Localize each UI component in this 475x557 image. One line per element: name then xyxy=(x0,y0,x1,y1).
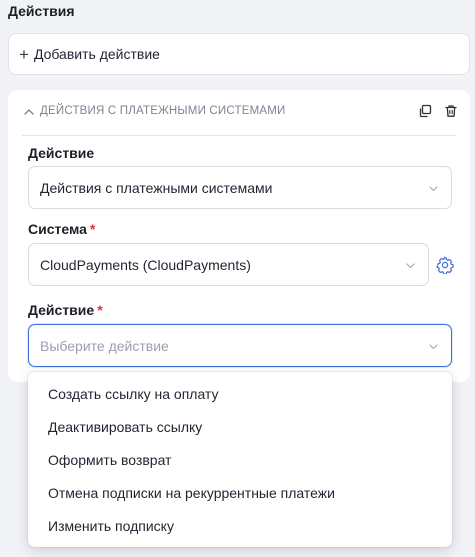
chevron-down-icon xyxy=(406,262,415,268)
dropdown-option-deactivate-link[interactable]: Деактивировать ссылку xyxy=(28,410,452,443)
action-select[interactable]: Выберите действие xyxy=(28,324,452,367)
system-label: Система * xyxy=(28,221,96,237)
action-placeholder: Выберите действие xyxy=(40,337,169,354)
section-title: Действия xyxy=(8,3,75,19)
add-action-button[interactable]: + Добавить действие xyxy=(8,33,470,75)
trash-icon[interactable] xyxy=(444,104,458,118)
dropdown-option-change-subscription[interactable]: Изменить подписку xyxy=(28,509,452,542)
dropdown-option-create-payment-link[interactable]: Создать ссылку на оплату xyxy=(28,377,452,410)
action-type-label: Действие xyxy=(28,145,95,161)
required-mark: * xyxy=(89,221,96,237)
panel-title[interactable]: ДЕЙСТВИЯ С ПЛАТЕЖНЫМИ СИСТЕМАМИ xyxy=(40,105,286,117)
dropdown-option-cancel-subscription[interactable]: Отмена подписки на рекуррентные платежи xyxy=(28,476,452,509)
actions-page: Действия + Добавить действие ДЕЙСТВИЯ С … xyxy=(0,0,475,557)
panel-actions xyxy=(418,104,458,118)
panel-header: ДЕЙСТВИЯ С ПЛАТЕЖНЫМИ СИСТЕМАМИ xyxy=(22,102,458,136)
chevron-down-icon xyxy=(429,343,438,349)
action-label: Действие * xyxy=(28,302,103,318)
gear-icon[interactable] xyxy=(436,256,454,274)
action-type-value: Действия с платежными системами xyxy=(40,179,273,196)
dropdown-option-refund[interactable]: Оформить возврат xyxy=(28,443,452,476)
payment-actions-panel: ДЕЙСТВИЯ С ПЛАТЕЖНЫМИ СИСТЕМАМИ Действие… xyxy=(8,90,470,382)
chevron-down-icon xyxy=(429,185,438,191)
action-type-select[interactable]: Действия с платежными системами xyxy=(28,166,452,209)
system-select[interactable]: CloudPayments (CloudPayments) xyxy=(28,243,429,286)
chevron-up-icon[interactable] xyxy=(22,105,36,119)
action-dropdown-menu: Создать ссылку на оплату Деактивировать … xyxy=(28,372,452,547)
system-value: CloudPayments (CloudPayments) xyxy=(40,256,251,273)
copy-icon[interactable] xyxy=(418,104,432,118)
add-action-label: Добавить действие xyxy=(33,46,160,62)
plus-icon: + xyxy=(19,44,29,64)
required-mark: * xyxy=(97,302,103,318)
